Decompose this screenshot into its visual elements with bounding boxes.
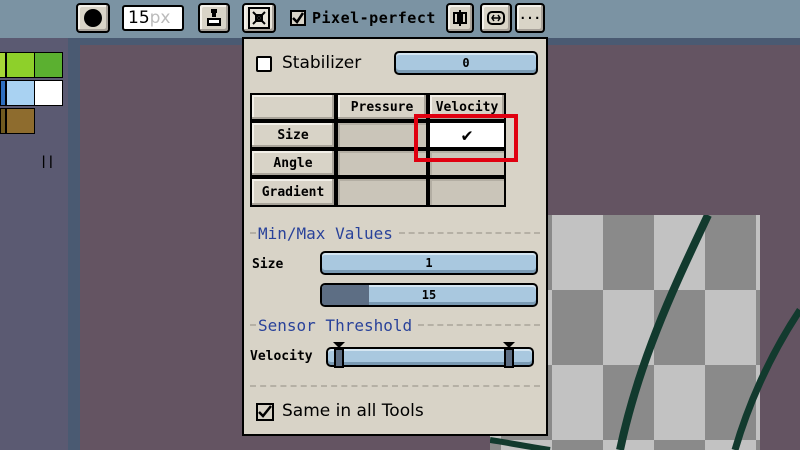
- more-options-button[interactable]: ···: [515, 3, 545, 33]
- symmetry-button[interactable]: [446, 3, 474, 33]
- same-in-all-tools-checkbox[interactable]: [256, 403, 274, 421]
- row-header-angle-label: Angle: [273, 155, 313, 171]
- stabilizer-slider[interactable]: 0: [394, 51, 538, 75]
- minmax-title-text: Min/Max Values: [258, 223, 393, 243]
- palette-swatch[interactable]: [6, 52, 35, 78]
- minmax-section-title: Min/Max Values: [250, 223, 540, 243]
- palette-swatch[interactable]: [34, 80, 63, 106]
- gradient-pressure-toggle[interactable]: [336, 177, 428, 207]
- max-size-value: 15: [421, 288, 437, 302]
- ink-icon: [207, 9, 221, 26]
- dynamics-popup: Stabilizer 0 Pressure Velocity Size ✔ An…: [242, 37, 548, 436]
- palette-swatch[interactable]: [34, 52, 63, 78]
- threshold-min-handle[interactable]: [332, 341, 346, 369]
- stabilizer-value: 0: [462, 56, 470, 70]
- column-header-pressure-label: Pressure: [350, 99, 414, 115]
- color-palette: ||: [0, 38, 68, 450]
- max-size-fill: [322, 285, 370, 305]
- brush-size-unit: px: [149, 8, 171, 28]
- threshold-max-handle[interactable]: [502, 341, 516, 369]
- column-header-velocity-label: Velocity: [435, 99, 499, 115]
- brush-type-button[interactable]: [76, 3, 110, 33]
- wrap-icon: [487, 11, 505, 25]
- brush-tool-icon: [248, 7, 270, 29]
- brush-size-value: 15: [128, 8, 150, 28]
- velocity-threshold-label: Velocity: [250, 349, 313, 364]
- brush-size-field[interactable]: 15 px: [122, 5, 184, 31]
- palette-swatch[interactable]: [6, 80, 35, 106]
- symmetry-icon: [453, 10, 467, 26]
- row-header-gradient-label: Gradient: [261, 184, 325, 200]
- top-toolbar: 15 px Pixel-perfect ···: [0, 0, 800, 38]
- wrap-button[interactable]: [480, 3, 512, 33]
- row-header-gradient: Gradient: [250, 177, 336, 207]
- row-header-size-label: Size: [277, 127, 309, 143]
- stabilizer-checkbox[interactable]: [256, 56, 272, 72]
- row-header-size: Size: [250, 121, 336, 149]
- pixel-perfect-check-icon[interactable]: [290, 10, 306, 26]
- min-size-slider[interactable]: 1: [320, 251, 538, 275]
- min-size-value: 1: [425, 256, 433, 270]
- more-options-label: ···: [519, 11, 541, 25]
- row-header-angle: Angle: [250, 149, 336, 177]
- same-in-all-tools-label: Same in all Tools: [282, 401, 424, 421]
- palette-swatch[interactable]: [6, 108, 35, 134]
- pixel-perfect-label[interactable]: Pixel-perfect: [312, 9, 436, 27]
- ink-button[interactable]: [198, 3, 230, 33]
- threshold-title-text: Sensor Threshold: [258, 315, 413, 335]
- brush-dot-icon: [84, 9, 102, 27]
- min-size-label: Size: [252, 257, 284, 272]
- separator: [250, 385, 540, 387]
- dynamics-button[interactable]: [242, 3, 276, 33]
- highlight-box: [414, 114, 518, 162]
- gradient-velocity-toggle[interactable]: [428, 177, 506, 207]
- max-size-slider[interactable]: 15: [320, 283, 538, 307]
- stabilizer-label: Stabilizer: [282, 53, 362, 73]
- palette-resize-handle[interactable]: ||: [40, 154, 54, 168]
- threshold-section-title: Sensor Threshold: [250, 315, 540, 335]
- table-corner: [250, 93, 336, 121]
